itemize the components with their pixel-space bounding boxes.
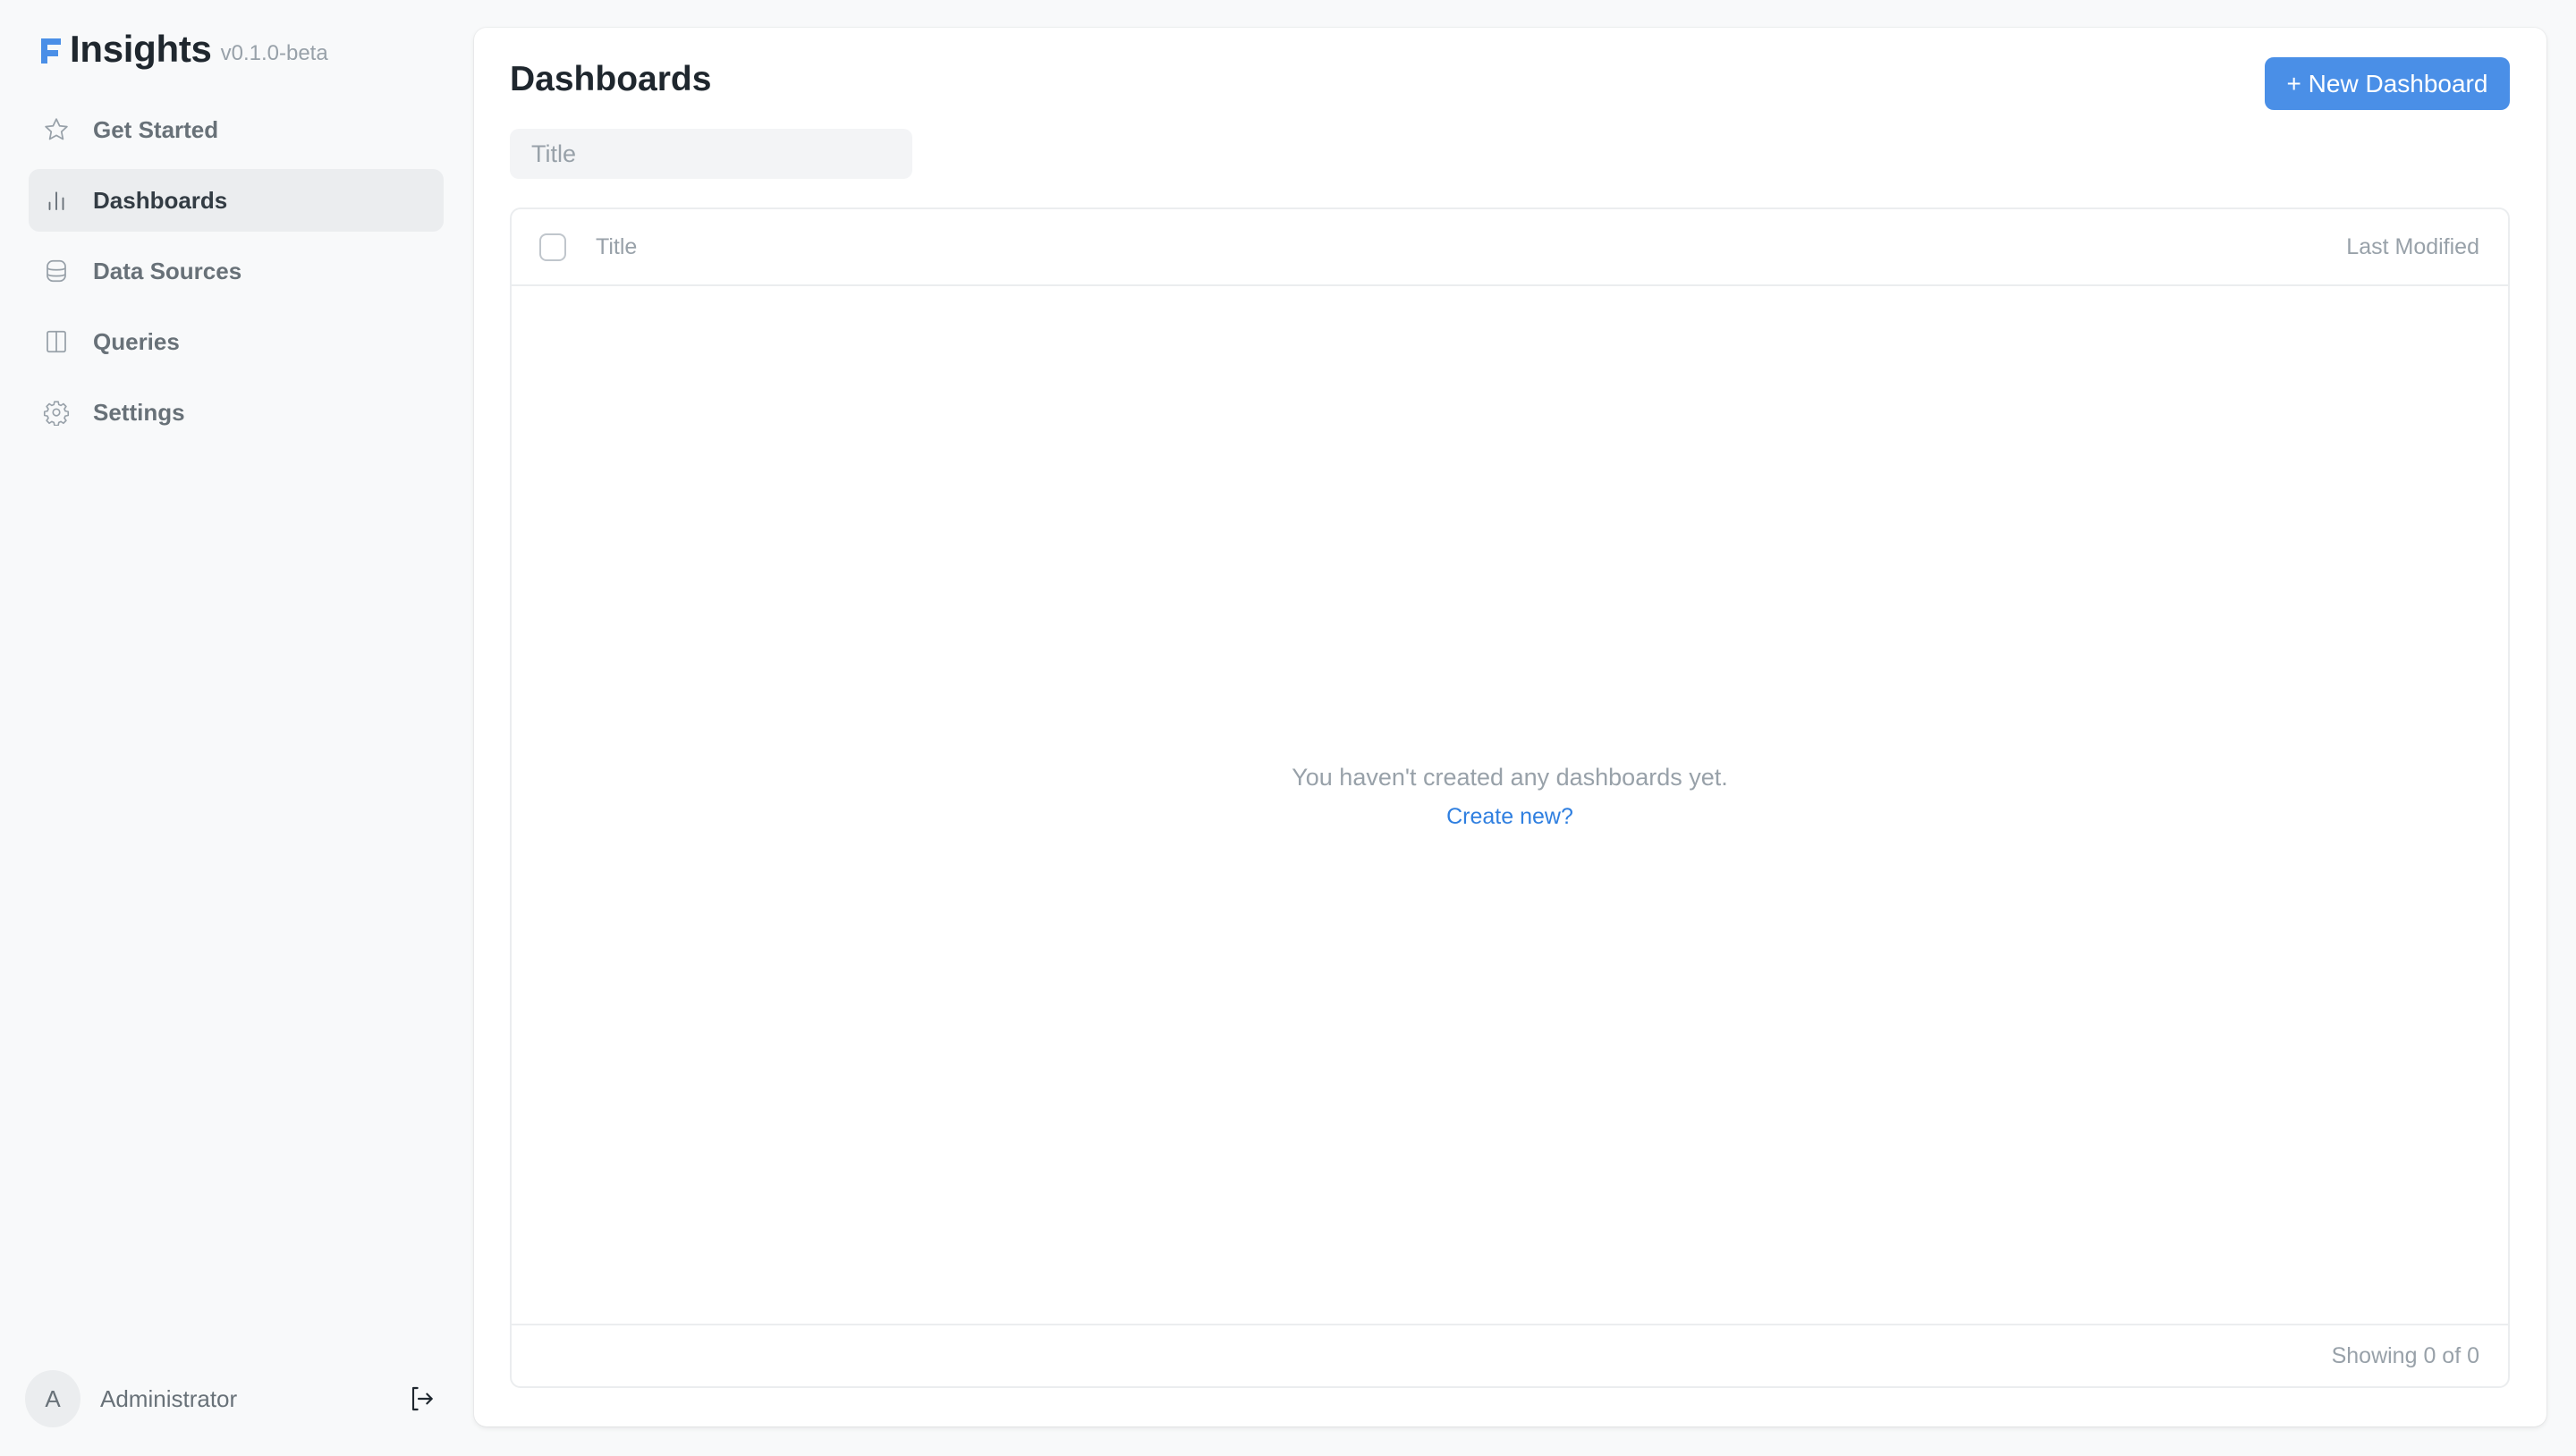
table-header: Title Last Modified	[512, 209, 2508, 286]
sidebar-item-dashboards[interactable]: Dashboards	[29, 169, 444, 232]
dashboards-table: Title Last Modified You haven't created …	[510, 207, 2510, 1388]
app-logo-icon	[41, 38, 61, 63]
empty-state: You haven't created any dashboards yet. …	[512, 764, 2508, 830]
main-panel: Dashboards + New Dashboard Title Last Mo…	[474, 28, 2546, 1426]
sidebar-item-label: Get Started	[93, 115, 219, 143]
user-menu[interactable]: A Administrator	[25, 1370, 436, 1427]
columns-icon	[43, 328, 70, 355]
gear-icon	[43, 399, 70, 426]
select-all-checkbox[interactable]	[539, 233, 566, 261]
sidebar-item-get-started[interactable]: Get Started	[29, 98, 444, 161]
logout-icon[interactable]	[408, 1384, 436, 1413]
bar-chart-icon	[43, 187, 70, 214]
sidebar-nav: Get Started Dashboards Data Sources Quer…	[29, 98, 444, 452]
sidebar-item-label: Settings	[93, 398, 185, 426]
sidebar-item-label: Dashboards	[93, 186, 228, 214]
create-new-link[interactable]: Create new?	[1446, 804, 1573, 830]
empty-state-message: You haven't created any dashboards yet.	[1292, 764, 1728, 791]
avatar[interactable]: A	[25, 1370, 80, 1427]
sidebar-item-label: Data Sources	[93, 257, 242, 284]
title-search-input[interactable]	[510, 129, 912, 179]
user-name: Administrator	[100, 1384, 238, 1412]
column-header-title[interactable]: Title	[596, 234, 637, 260]
database-icon	[43, 258, 70, 284]
sidebar-item-data-sources[interactable]: Data Sources	[29, 240, 444, 302]
sidebar-item-label: Queries	[93, 327, 180, 355]
sidebar-item-settings[interactable]: Settings	[29, 381, 444, 444]
app-version: v0.1.0-beta	[220, 41, 328, 65]
sidebar: Insights v0.1.0-beta Get Started Dashboa…	[0, 0, 472, 1456]
star-icon	[43, 116, 70, 143]
page-title: Dashboards	[510, 60, 712, 98]
pagination-count: Showing 0 of 0	[2331, 1342, 2479, 1368]
brand: Insights v0.1.0-beta	[41, 27, 328, 72]
column-header-last-modified[interactable]: Last Modified	[2346, 234, 2479, 260]
table-footer: Showing 0 of 0	[512, 1324, 2508, 1386]
app-name: Insights	[70, 28, 212, 70]
new-dashboard-button[interactable]: + New Dashboard	[2265, 57, 2510, 110]
sidebar-item-queries[interactable]: Queries	[29, 310, 444, 373]
